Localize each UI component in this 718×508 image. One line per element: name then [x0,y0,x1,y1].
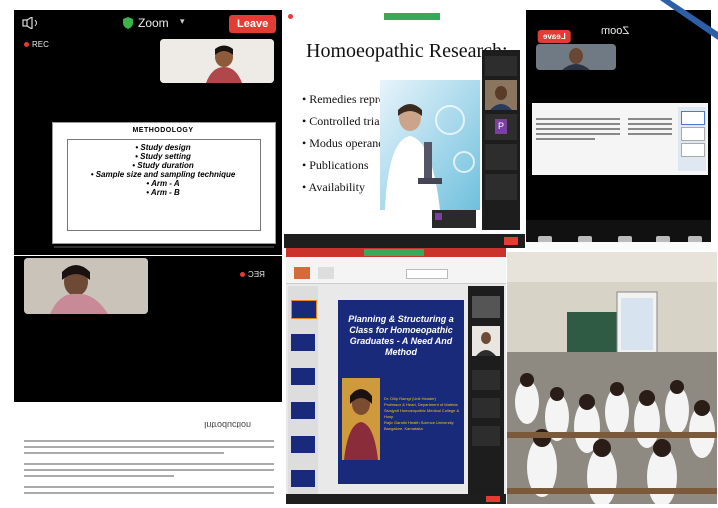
rec-label: REC [32,40,49,49]
slide-item: • Sample size and sampling technique [90,170,236,179]
shared-slide-methodology: METHODOLOGY • Study design • Study setti… [52,122,276,244]
presenter-photo [342,378,380,460]
end-button[interactable] [504,237,518,245]
participant-initial-avatar: P [495,119,507,134]
slide-thumbnail[interactable] [291,300,317,319]
shield-icon [123,17,133,29]
slide-item: • Study design [135,143,191,152]
slide-item: • Study setting [135,152,191,161]
participant-tile[interactable] [485,174,517,200]
rec-label: REC [248,270,265,279]
avatar [24,258,148,314]
shared-document: Introduction [14,402,282,500]
participant-video[interactable] [472,296,500,318]
app-title: Zoom [601,25,630,37]
participant-video[interactable] [24,258,148,314]
slide-title: Planning & Structuring a Class for Homoe… [348,314,454,357]
page-thumbnail[interactable] [681,127,705,141]
avatar [536,44,616,70]
slide-item: • Arm - A [146,179,180,188]
record-dot-icon [240,272,245,278]
document-text-block [628,115,672,155]
android-nav-bar [526,242,711,250]
shared-slide-homoeopathic-research: Homoeopathic Research: Remedies reproven… [284,10,525,248]
record-dot-icon [288,14,293,19]
slide-list: • Study design • Study setting • Study d… [53,143,273,197]
main-slide: Planning & Structuring a Class for Homoe… [338,300,464,484]
end-button[interactable] [486,496,500,502]
speaker-icon[interactable] [22,17,42,29]
participant-tile[interactable] [485,144,517,170]
slide-title: METHODOLOGY [132,127,194,134]
participant-tile[interactable] [472,370,500,390]
chevron-down-icon[interactable]: ▾ [180,16,185,27]
slide-thumbnail[interactable] [291,436,315,453]
participant-tile[interactable] [485,56,517,76]
page-thumbnail[interactable] [681,111,705,125]
zoom-meeting-panel-bottom-left: REC Introduction [14,256,282,500]
participant-video[interactable] [536,44,616,70]
participant-strip: P [482,50,520,230]
presenter-line: Bangalore, Karnataka [384,426,423,431]
slide-thumbnails [288,286,318,500]
page-thumbnail[interactable] [681,143,705,157]
slide-thumbnail[interactable] [291,334,315,351]
record-dot-icon [24,42,29,48]
participant-video[interactable] [485,80,517,110]
document-heading: Introduction [204,420,252,430]
classroom-scene [507,252,717,504]
leave-button[interactable]: Leave [538,30,571,43]
participant-strip [468,286,504,496]
slide-thumbnail[interactable] [291,368,315,385]
zoom-top-bar: Zoom ▾ Leave [14,10,282,36]
slide-divider [54,246,274,248]
zoom-meeting-panel-top-left: Zoom ▾ Leave REC METHODOLOGY • Study des… [14,10,282,255]
avatar [342,378,380,460]
font-selector[interactable] [406,269,448,279]
participant-video[interactable] [472,326,500,356]
participant-tile[interactable] [472,398,500,418]
presenter-details: Dr. Dilip Ramgt (Unit Header) Professor … [384,396,462,432]
participant-tile[interactable]: P [485,114,517,140]
recording-indicator: REC [240,270,265,279]
powerpoint-window: Planning & Structuring a Class for Homoe… [286,248,506,504]
meeting-controls [286,494,506,504]
app-title: Zoom [138,16,169,30]
participant-tile[interactable] [472,426,500,446]
slide-title: Homoeopathic Research: [306,40,508,62]
classroom-photo [507,252,717,504]
chat-notification[interactable] [432,210,476,228]
meeting-controls [284,234,525,248]
researcher-illustration [380,80,480,210]
title-bar [286,248,506,257]
shared-document [532,103,708,175]
document-text-block [24,436,274,498]
sharing-banner[interactable] [384,13,440,20]
participant-avatar [160,39,274,83]
document-text-block [536,115,620,155]
document-thumbnails[interactable] [678,107,706,171]
slide-item: • Study duration [132,161,194,170]
new-slide-icon[interactable] [318,267,334,279]
corner-accent [660,0,718,40]
recording-indicator: REC [24,40,49,49]
presenter-line: Sivajyoti Homoeopathic Medical College &… [384,408,460,419]
sharing-banner[interactable] [364,249,424,256]
ribbon [286,257,506,284]
slide-item: • Arm - B [146,188,180,197]
slide-thumbnail[interactable] [291,402,315,419]
paste-icon[interactable] [294,267,310,279]
avatar [472,326,500,356]
share-toolbar [284,10,525,24]
avatar [435,213,442,220]
participant-video[interactable] [160,39,274,83]
avatar [485,80,517,110]
slide-thumbnail[interactable] [291,470,315,487]
zoom-mobile-panel-top-right: Zoom Leave [526,10,711,250]
leave-button[interactable]: Leave [229,15,277,33]
